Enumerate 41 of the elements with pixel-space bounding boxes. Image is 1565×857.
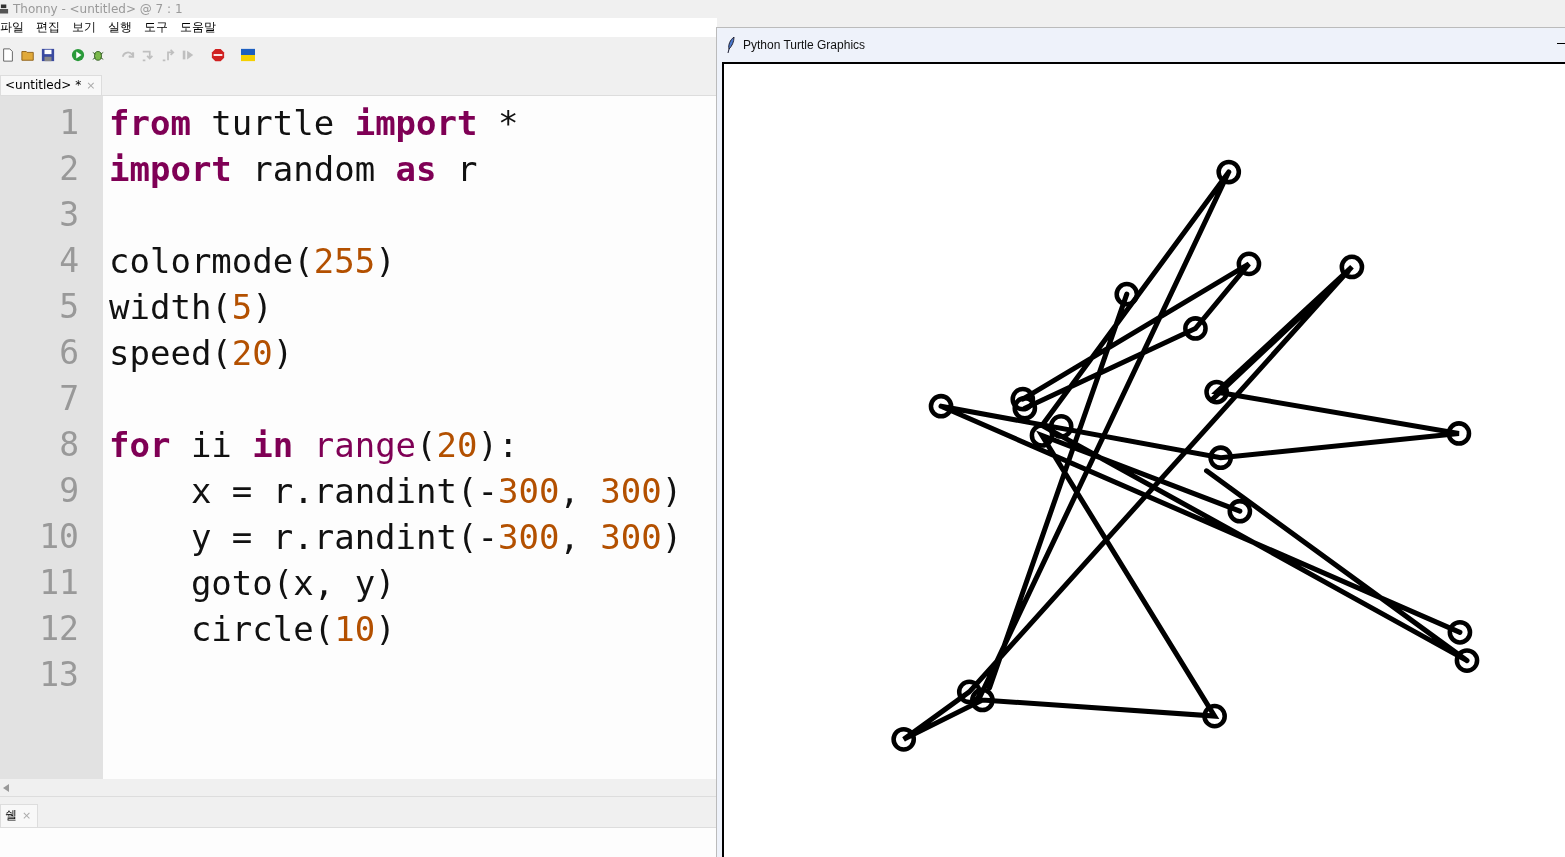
code-line: circle(10)	[189, 609, 396, 649]
code-line: y = r.randint(-300, 300)	[189, 517, 683, 557]
menu-item[interactable]: 도움말	[180, 19, 216, 36]
line-number: 1	[58, 102, 80, 144]
new-file-icon[interactable]	[1, 47, 15, 62]
menu-item[interactable]: 보기	[72, 19, 96, 36]
code-line: from turtle import *	[109, 103, 519, 143]
line-number: 12	[38, 608, 80, 650]
save-icon[interactable]	[41, 47, 55, 62]
app-icon	[0, 3, 9, 15]
code-line: width(5)	[109, 287, 273, 327]
code-line: import random as r	[109, 149, 478, 189]
line-number: 10	[38, 516, 80, 558]
line-number: 8	[58, 424, 80, 466]
code-line: for ii in range(20):	[109, 425, 519, 465]
line-number: 3	[58, 194, 80, 236]
line-number: 7	[58, 378, 80, 420]
code-line: goto(x, y)	[189, 563, 396, 603]
window-title: Thonny - <untitled> @ 7 : 1	[13, 2, 183, 16]
menu-item[interactable]: 편집	[36, 19, 60, 36]
code-line: colormode(255)	[109, 241, 396, 281]
menu-item[interactable]: 실행	[108, 19, 132, 36]
run-icon[interactable]	[71, 47, 85, 62]
line-number: 6	[58, 332, 80, 374]
line-number: 9	[58, 470, 80, 512]
shell-tab[interactable]: 쉘 ×	[0, 804, 39, 827]
line-number: 5	[58, 286, 80, 328]
line-number: 11	[38, 562, 80, 604]
menu-item[interactable]: 파일	[0, 19, 24, 36]
menu-item[interactable]: 도구	[144, 19, 168, 36]
line-number: 13	[38, 654, 80, 696]
code-line: speed(20)	[109, 333, 294, 373]
stop-sign-icon[interactable]	[211, 47, 225, 62]
line-number: 4	[58, 240, 80, 282]
feather-icon	[727, 37, 735, 53]
line-number: 2	[58, 148, 80, 190]
scroll-left-icon[interactable]	[3, 783, 9, 792]
window-title: Python Turtle Graphics	[743, 38, 866, 52]
code-line: x = r.randint(-300, 300)	[189, 471, 683, 511]
flag-icon[interactable]	[241, 47, 255, 62]
editor-tab[interactable]: <untitled> * ×	[0, 75, 103, 95]
